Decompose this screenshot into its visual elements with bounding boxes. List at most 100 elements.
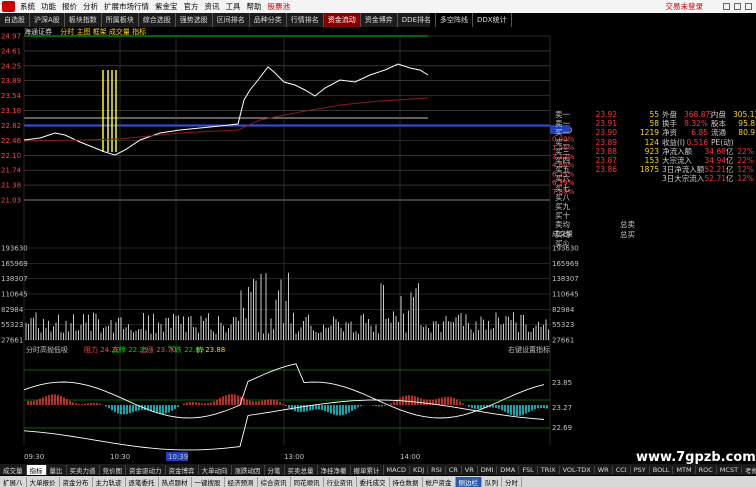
indicator-tab[interactable]: WR: [595, 465, 613, 474]
indicator-tab[interactable]: 分笔: [265, 464, 285, 475]
volume-tick-right: 27661: [552, 337, 574, 345]
indicator-tab[interactable]: CCI: [613, 465, 631, 474]
status-tab[interactable]: 综合资讯: [258, 476, 291, 487]
status-tab[interactable]: 热点题材: [159, 476, 192, 487]
indicator-tab[interactable]: TRIX: [538, 465, 560, 474]
volume-tick-left: 82984: [1, 306, 24, 314]
flow-pct: 12%: [737, 174, 754, 184]
time-tick: 10:39: [168, 453, 188, 461]
indicator-tab[interactable]: MTM: [673, 465, 696, 474]
order-row: 买七: [555, 184, 755, 193]
price-tick-left: 23.54: [1, 92, 22, 100]
volume-tick-left: 27661: [1, 337, 23, 345]
indicator-tab[interactable]: RSI: [428, 465, 446, 474]
flow-key: 3日大宗流入: [662, 174, 705, 184]
indicator-value: 价 23.88: [196, 346, 225, 354]
indicator-tab[interactable]: DMA: [497, 465, 520, 474]
seal-open-label: 买①: [555, 238, 570, 248]
order-volume: 1875: [639, 165, 659, 175]
status-tab[interactable]: 侧边栏: [455, 476, 482, 487]
indicator-tab[interactable]: 竞价图: [100, 464, 126, 475]
volume-tick-left: 138307: [1, 275, 28, 283]
indicator-tab[interactable]: 考规: [742, 465, 756, 475]
volume-tick-right: 82984: [552, 306, 575, 314]
price-tick-left: 21.03: [1, 197, 21, 205]
indicator-tab[interactable]: DMI: [478, 465, 498, 474]
order-price: 23.91: [595, 119, 617, 129]
indicator-tab[interactable]: FSL: [519, 465, 538, 474]
status-tab[interactable]: 扩展八: [0, 476, 27, 487]
stats-panel: 外盘368.8万内盘305.1万换手8.32%股本95.8净资6.85流通80.…: [662, 110, 756, 184]
status-tab[interactable]: 逐笔委托: [126, 476, 159, 487]
indicator-tab[interactable]: 撤单累计: [351, 464, 384, 475]
status-tab[interactable]: 队列: [482, 476, 502, 487]
price-tick-left: 22.82: [1, 122, 21, 130]
indicator-tab[interactable]: 涨跌动因: [232, 464, 265, 475]
flow-value: 52.71: [704, 174, 726, 184]
watermark: www.7gpzb.com: [636, 450, 756, 465]
order-price: 23.90: [595, 128, 617, 138]
price-line: [23, 63, 429, 156]
flow-unit: 亿: [726, 174, 734, 184]
volume-tick-left: 193630: [1, 245, 28, 253]
indicator-tab[interactable]: 资金驱动力: [126, 464, 166, 475]
status-tab[interactable]: 经济预测: [225, 476, 258, 487]
indicator-tab[interactable]: ROC: [696, 465, 717, 474]
volume-tick-left: 110645: [1, 291, 28, 299]
order-price: 23.89: [595, 137, 617, 147]
indicator-tab[interactable]: KDJ: [410, 465, 429, 474]
indicator-tab[interactable]: 量比: [47, 464, 67, 475]
indicator-tab[interactable]: 大单动向: [199, 464, 232, 475]
indicator-tab[interactable]: VOL-TDX: [560, 465, 595, 474]
status-tab[interactable]: 大单报价: [27, 476, 60, 487]
indicator-settings[interactable]: 右键设置指标: [508, 345, 550, 354]
indicator-tab[interactable]: BOLL: [650, 465, 674, 474]
indicator-tab[interactable]: 成交量: [0, 464, 27, 475]
order-row: 买八: [555, 193, 755, 202]
indicator-tab[interactable]: MACD: [384, 465, 410, 474]
indicator-tab[interactable]: VR: [462, 465, 478, 474]
indicator-tab[interactable]: 资金博弈: [166, 464, 199, 475]
indicator-tab[interactable]: 指标: [26, 464, 47, 475]
price-tick-left: 21.38: [1, 182, 21, 190]
flow-value: 52.21: [704, 165, 726, 175]
avg-price-line: [23, 97, 429, 142]
seal-row: 买均 总买: [555, 229, 755, 239]
price-tick-left: 24.25: [1, 62, 21, 70]
stats-value2: 80.9: [738, 128, 755, 138]
status-tab[interactable]: 委托成交: [357, 476, 390, 487]
flow-pct: 12%: [737, 165, 754, 175]
volume-tick-right: 110645: [552, 291, 579, 299]
indicator-tick: 22.69: [552, 424, 572, 432]
status-tab[interactable]: 持仓数据: [390, 476, 423, 487]
indicator-tab[interactable]: MCST: [717, 465, 743, 474]
volume-tick-left: 165969: [1, 260, 28, 268]
status-tab[interactable]: 行业资讯: [324, 476, 357, 487]
indicator-tab[interactable]: PSY: [631, 465, 650, 474]
status-tab[interactable]: 帐户资金: [423, 476, 456, 487]
indicator-tab[interactable]: CR: [446, 465, 462, 474]
order-volume: 1219: [639, 128, 659, 138]
indicator-tab-bar: 成交量 指标 量比 买卖力道 竞价图 资金驱动力 资金博弈 大单动向 涨跌动因 分笔 买卖总量 净挂净…: [0, 464, 756, 475]
stats-value2: 95.8: [738, 119, 755, 129]
indicator-tab[interactable]: 买卖力道: [67, 464, 100, 475]
status-tab[interactable]: 一键搜股: [192, 476, 225, 487]
volume-tick-left: 55323: [1, 321, 23, 329]
indicator-tick: 23.27: [552, 404, 572, 412]
order-volume: 58: [649, 119, 659, 129]
price-tick-left: 21.74: [1, 167, 22, 175]
status-tab[interactable]: 同花顺讯: [291, 476, 324, 487]
price-tick-left: 22.46: [1, 137, 22, 145]
flow-row: 3日大宗流入 52.71 亿 12%: [662, 174, 756, 183]
order-volume: 923: [644, 146, 659, 156]
volume-tick-right: 138307: [552, 275, 579, 283]
price-tick-left: 24.97: [1, 33, 21, 41]
status-tab[interactable]: 资金分布: [60, 476, 93, 487]
order-price: 23.88: [595, 146, 617, 156]
indicator-tab[interactable]: 买卖总量: [285, 464, 318, 475]
indicator-tab[interactable]: 净挂净撤: [318, 464, 351, 475]
status-tab[interactable]: 分时: [502, 476, 522, 487]
indicator-title: 分时高抛低吸: [26, 345, 68, 354]
price-tick-left: 23.18: [1, 107, 21, 115]
status-tab[interactable]: 主力轨迹: [93, 476, 126, 487]
